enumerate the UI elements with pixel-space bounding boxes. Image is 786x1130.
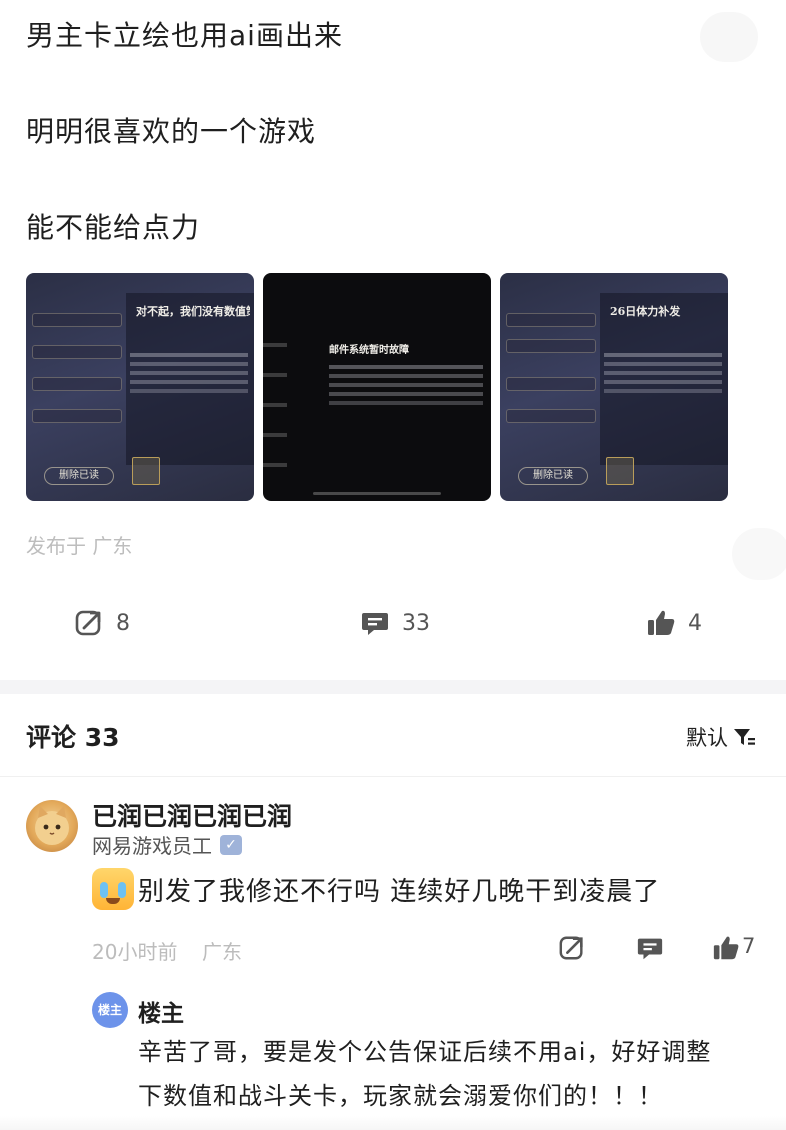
share-count: 8	[116, 610, 130, 636]
reply-text-line-1: 辛苦了哥，要是发个公告保证后续不用ai，好好调整	[138, 1038, 712, 1066]
commenter-tag: 网易游戏员工	[92, 830, 242, 859]
mail-list-item	[506, 377, 596, 391]
share-icon	[75, 610, 101, 636]
comment-meta-row: 20小时前 广东 7	[92, 934, 762, 964]
mail-list-item	[32, 345, 122, 359]
comment-like-icon[interactable]	[712, 934, 740, 962]
reply-text-line-2: 下数值和战斗关卡，玩家就会溺爱你们的！！！	[138, 1082, 663, 1110]
share-button[interactable]: 8	[74, 600, 130, 646]
reply-item[interactable]: 楼主 楼主 辛苦了哥，要是发个公告保证后续不用ai，好好调整 下数值和战斗关卡，…	[92, 992, 772, 1116]
post-location: 发布于 广东	[26, 534, 133, 558]
floating-badge	[700, 12, 758, 62]
comment-like-count: 7	[742, 934, 756, 958]
attachment-icon	[606, 457, 634, 485]
comment-time: 20小时前	[92, 940, 178, 964]
comment-reply-icon[interactable]	[636, 934, 664, 962]
notice-body-text	[329, 365, 483, 369]
comment-share-icon[interactable]	[558, 934, 586, 962]
commenter-tag-label: 网易游戏员工	[92, 834, 212, 858]
mail-body-text	[604, 353, 722, 357]
image-3-title: 26日体力补发	[610, 305, 681, 318]
comments-section-title: 评论 33	[26, 723, 120, 752]
post-action-bar: 8 33 4	[0, 600, 786, 646]
mail-list-item	[32, 377, 122, 391]
verified-badge-icon	[220, 834, 242, 855]
post-image-1[interactable]: 对不起，我们没有数值策 删除已读	[26, 273, 254, 501]
post-image-3[interactable]: 26日体力补发 删除已读	[500, 273, 728, 501]
image-2-title: 邮件系统暂时故障	[329, 345, 409, 356]
comment-location: 广东	[202, 940, 242, 964]
comment-icon	[362, 613, 388, 635]
post-text-line-1: 男主卡立绘也用ai画出来	[26, 19, 343, 52]
cat-avatar-icon	[35, 806, 69, 845]
mail-body-text	[130, 353, 248, 357]
delete-read-button: 删除已读	[44, 467, 114, 485]
mail-list-item	[32, 313, 122, 327]
floating-badge-secondary	[732, 528, 786, 580]
comment-count: 33	[402, 610, 430, 636]
mail-list-item	[506, 313, 596, 327]
post-image-gallery: 对不起，我们没有数值策 删除已读 邮件系统暂时故障 26日体力补发 删除已读	[26, 273, 728, 501]
op-avatar-badge: 楼主	[92, 992, 128, 1028]
side-menu-labels	[263, 343, 287, 347]
post-detail-page: 男主卡立绘也用ai画出来 明明很喜欢的一个游戏 能不能给点力 对不起，我们没有数…	[0, 0, 786, 1130]
post-text-line-2: 明明很喜欢的一个游戏	[26, 115, 317, 148]
attachment-icon	[132, 457, 160, 485]
mail-list-item	[506, 339, 596, 353]
mail-list-item	[506, 409, 596, 423]
delete-read-button: 删除已读	[518, 467, 588, 485]
like-button[interactable]: 4	[646, 600, 702, 646]
image-1-title: 对不起，我们没有数值策	[136, 305, 250, 318]
bottom-edge-fade	[0, 1116, 786, 1130]
commenter-name[interactable]: 已润已润已润已润	[92, 797, 292, 833]
comment-text: 别发了我修还不行吗 连续好几晚干到凌晨了	[138, 876, 661, 907]
post-text-line-3: 能不能给点力	[26, 211, 201, 244]
comment-body: 别发了我修还不行吗 连续好几晚干到凌晨了	[92, 868, 660, 910]
like-count: 4	[688, 610, 702, 636]
commenter-avatar[interactable]	[26, 800, 78, 852]
thumbs-up-icon	[648, 610, 675, 635]
home-indicator	[313, 492, 441, 495]
comments-header-divider	[0, 776, 786, 777]
mail-list-item	[32, 409, 122, 423]
comment-button[interactable]: 33	[360, 600, 430, 646]
post-image-2[interactable]: 邮件系统暂时故障	[263, 273, 491, 501]
crying-emoji-icon	[92, 868, 134, 910]
filter-icon	[734, 729, 755, 745]
section-divider	[0, 680, 786, 694]
sort-selector[interactable]: 默认	[686, 722, 756, 752]
sort-label: 默认	[686, 726, 728, 750]
reply-author-name[interactable]: 楼主	[138, 994, 184, 1028]
